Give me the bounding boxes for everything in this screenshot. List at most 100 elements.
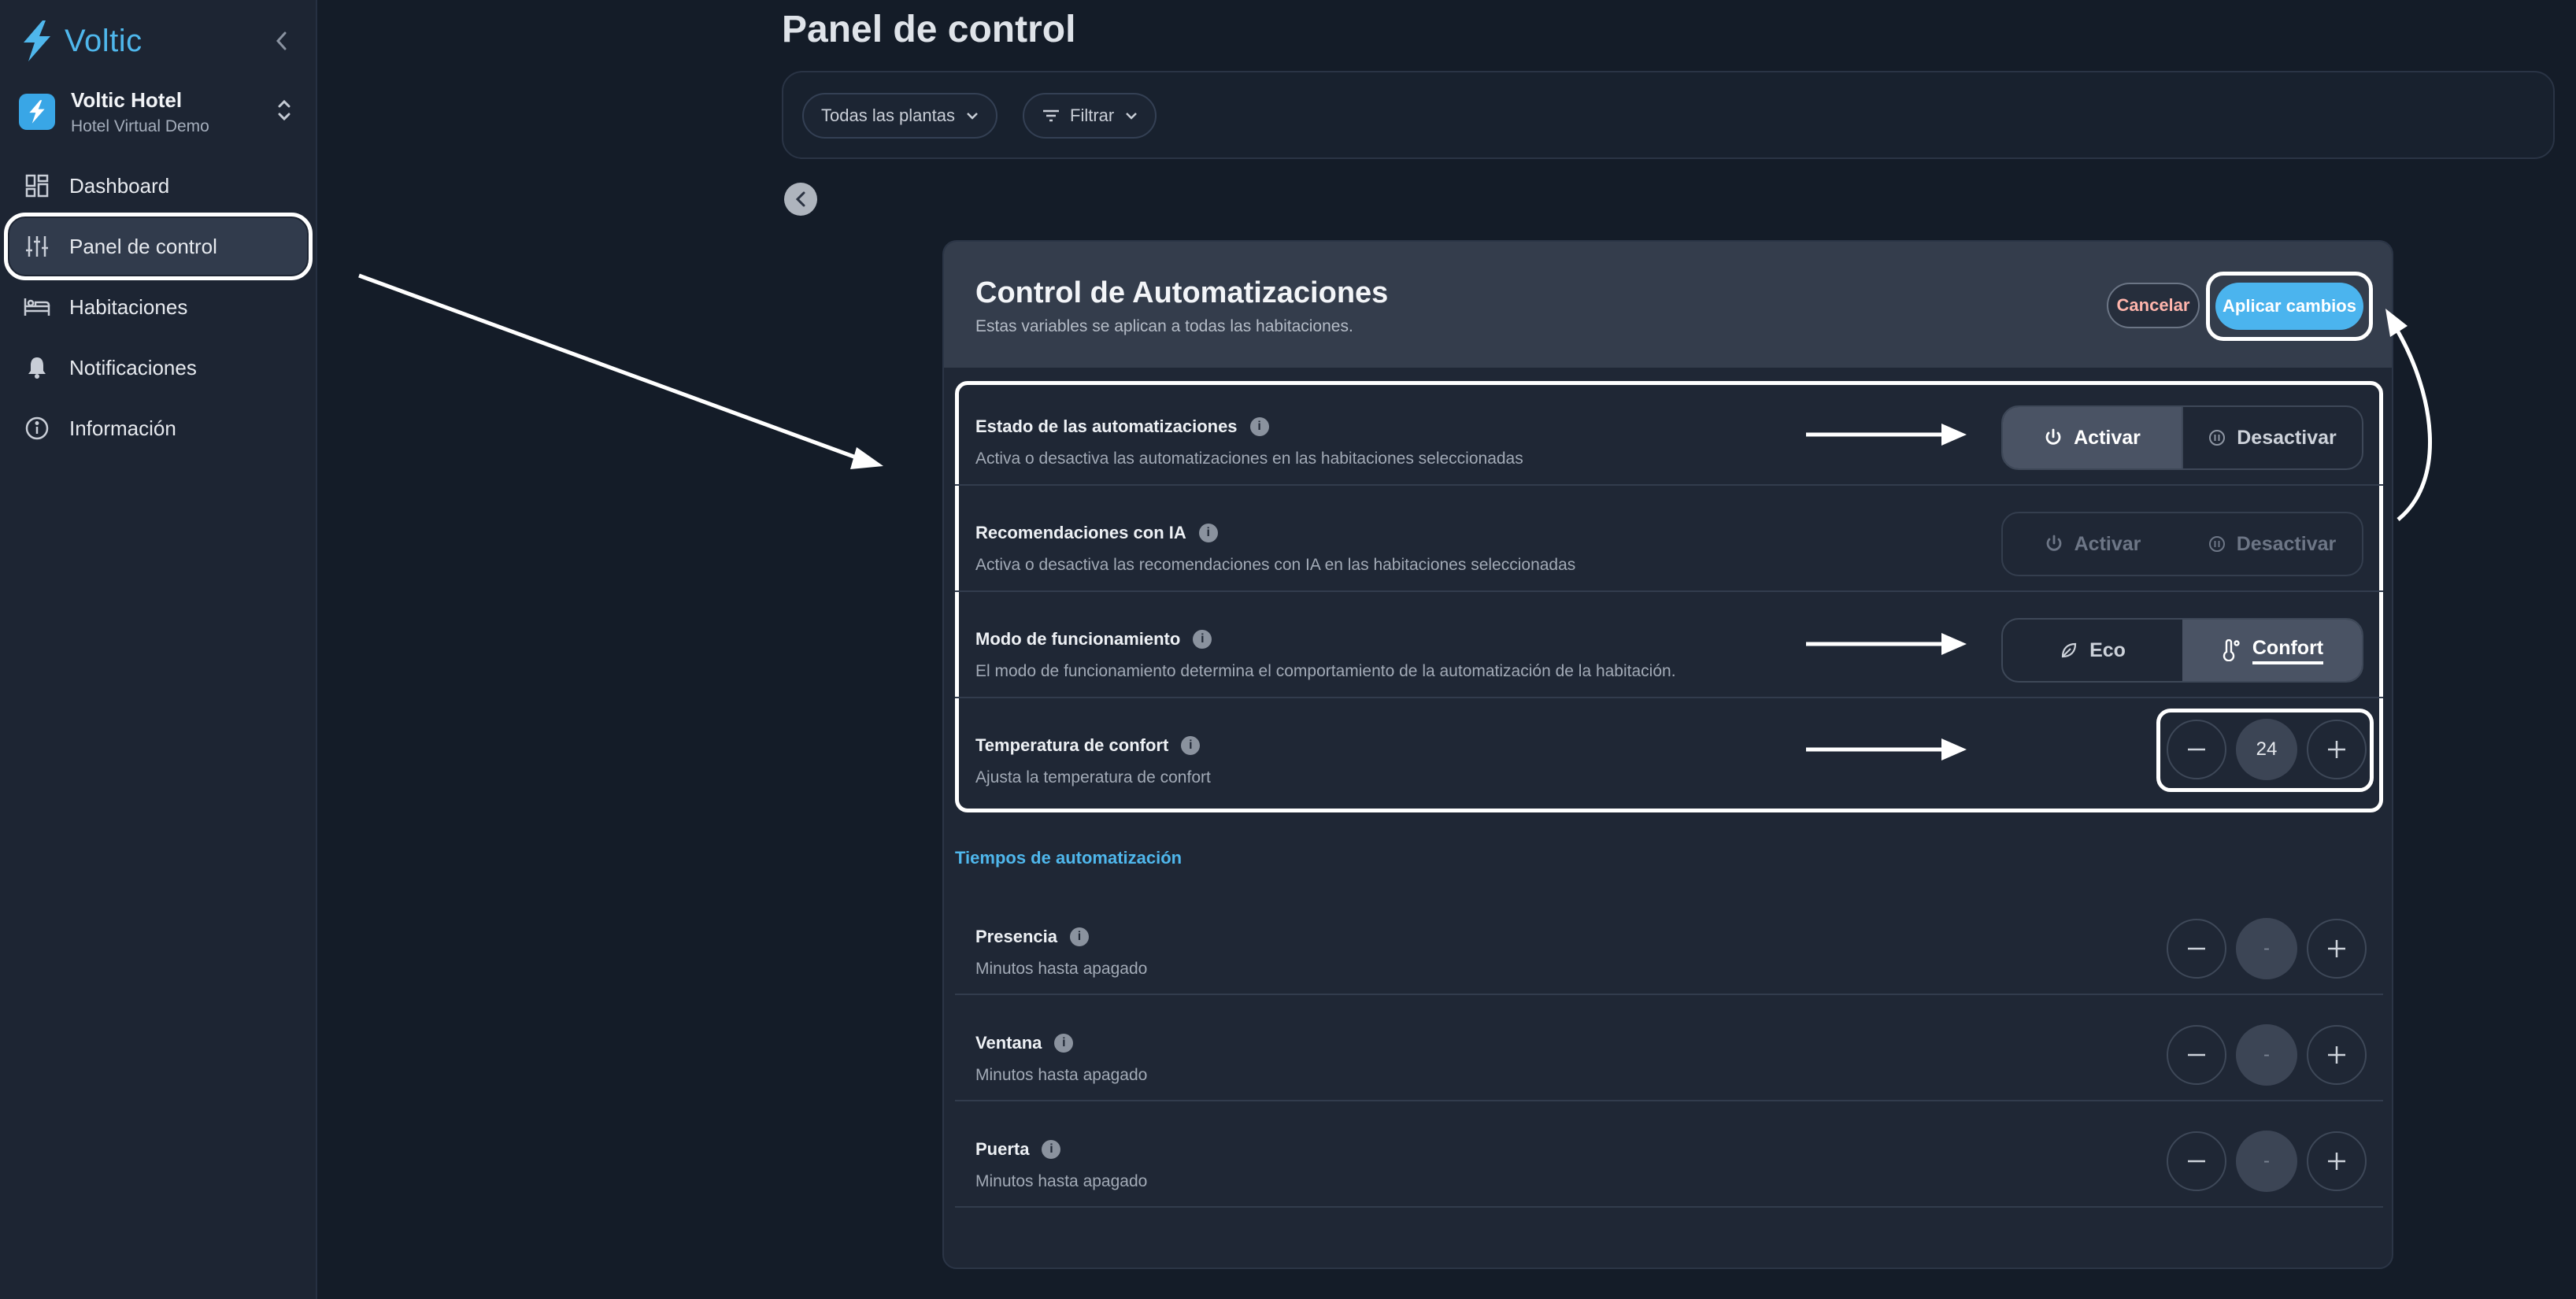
brand[interactable]: Voltic <box>19 17 142 65</box>
arrow-sidebar-to-panel <box>358 273 883 469</box>
setting-description: Ajusta la temperatura de confort <box>975 768 1211 786</box>
page-title: Panel de control <box>782 9 1076 50</box>
info-icon[interactable]: i <box>1054 1034 1074 1053</box>
sidebar-nav: Dashboard Panel de control Habitaciones <box>4 157 313 461</box>
deactivate-option[interactable]: Desactivar <box>2182 513 2362 575</box>
plus-icon <box>2328 940 2345 957</box>
hotel-switcher[interactable]: Voltic Hotel Hotel Virtual Demo <box>19 82 293 142</box>
window-stepper: - <box>2167 1024 2367 1086</box>
deactivate-option[interactable]: Desactivar <box>2183 407 2362 468</box>
chevron-down-icon <box>967 113 978 120</box>
filter-icon <box>1043 109 1059 122</box>
setting-label: Ventana i <box>975 1033 1074 1053</box>
info-icon[interactable]: i <box>1042 1140 1061 1159</box>
divider <box>955 590 2383 592</box>
sidebar-item-notificaciones[interactable]: Notificaciones <box>9 339 307 396</box>
door-value[interactable]: - <box>2236 1131 2297 1192</box>
window-value[interactable]: - <box>2236 1024 2297 1086</box>
sidebar-item-label: Panel de control <box>69 234 217 258</box>
info-icon[interactable]: i <box>1198 524 1218 542</box>
temperature-value[interactable]: 24 <box>2236 719 2297 780</box>
panel-subtitle: Estas variables se aplican a todas las h… <box>975 317 1353 335</box>
filter-button-label: Filtrar <box>1070 105 1115 125</box>
operation-mode-toggle: Eco Confort <box>2001 618 2363 683</box>
divider <box>955 1206 2383 1208</box>
decrement-button[interactable] <box>2167 919 2226 979</box>
door-stepper: - <box>2167 1131 2367 1192</box>
info-icon[interactable]: i <box>1181 736 1201 755</box>
floor-select[interactable]: Todas las plantas <box>802 93 997 139</box>
info-icon[interactable]: i <box>1193 630 1212 649</box>
minus-icon <box>2188 947 2205 950</box>
setting-label: Temperatura de confort i <box>975 735 1201 756</box>
plus-icon <box>2328 741 2345 758</box>
decrement-button[interactable] <box>2167 720 2226 779</box>
sidebar-item-habitaciones[interactable]: Habitaciones <box>9 279 307 335</box>
sidebar-item-dashboard[interactable]: Dashboard <box>9 157 307 214</box>
hotel-subtitle: Hotel Virtual Demo <box>71 117 209 135</box>
voltic-logo-icon <box>24 20 50 61</box>
info-icon[interactable]: i <box>1249 417 1269 436</box>
setting-label: Puerta i <box>975 1139 1061 1160</box>
back-button[interactable] <box>784 183 817 216</box>
sidebar-item-label: Información <box>69 416 176 440</box>
power-icon <box>2045 535 2063 553</box>
increment-button[interactable] <box>2307 720 2367 779</box>
sidebar-item-label: Notificaciones <box>69 355 197 379</box>
decrement-button[interactable] <box>2167 1131 2226 1191</box>
panel-title: Control de Automatizaciones <box>975 276 1389 309</box>
minus-icon <box>2188 748 2205 751</box>
timer-row-door: Puerta i Minutos hasta apagado - <box>944 1108 2392 1214</box>
grid-icon <box>24 172 50 199</box>
chevron-left-icon <box>795 191 805 207</box>
pause-circle-icon <box>2208 429 2226 446</box>
thermometer-icon <box>2221 639 2241 661</box>
cancel-button[interactable]: Cancelar <box>2107 283 2200 328</box>
decrement-button[interactable] <box>2167 1025 2226 1085</box>
presence-value[interactable]: - <box>2236 918 2297 979</box>
panel-header: Control de Automatizaciones Estas variab… <box>944 242 2392 368</box>
activate-option[interactable]: Activar <box>2003 513 2182 575</box>
automation-panel: Control de Automatizaciones Estas variab… <box>942 240 2393 1269</box>
temperature-stepper: 24 <box>2167 719 2367 780</box>
sidebar-item-panel-de-control[interactable]: Panel de control <box>4 213 313 280</box>
increment-button[interactable] <box>2307 1025 2367 1085</box>
sidebar-item-informacion[interactable]: Información <box>9 400 307 457</box>
setting-row-automation-state: Estado de las automatizaciones i Activa o… <box>944 385 2392 491</box>
eco-option[interactable]: Eco <box>2003 620 2182 681</box>
floor-select-label: Todas las plantas <box>821 105 955 125</box>
info-icon <box>24 415 50 442</box>
sidebar-item-label: Habitaciones <box>69 294 188 319</box>
sliders-icon <box>24 233 50 260</box>
activate-option[interactable]: Activar <box>2003 407 2182 468</box>
brand-name: Voltic <box>65 23 142 58</box>
plus-icon <box>2328 1153 2345 1170</box>
collapse-sidebar-button[interactable] <box>266 25 298 57</box>
power-icon <box>2044 428 2063 447</box>
setting-description: Minutos hasta apagado <box>975 1172 1148 1190</box>
bed-icon <box>24 294 50 320</box>
minus-icon <box>2188 1160 2205 1163</box>
setting-label: Estado de las automatizaciones i <box>975 416 1269 437</box>
increment-button[interactable] <box>2307 1131 2367 1191</box>
ai-recommendations-toggle: Activar Desactivar <box>2001 512 2363 576</box>
setting-label: Modo de funcionamiento i <box>975 629 1212 650</box>
divider <box>955 484 2383 486</box>
filter-button[interactable]: Filtrar <box>1023 93 1157 139</box>
chevron-left-icon <box>276 31 287 50</box>
pause-circle-icon <box>2208 535 2226 553</box>
apply-button-highlight: Aplicar cambios <box>2206 272 2373 341</box>
divider <box>955 1100 2383 1101</box>
setting-description: Activa o desactiva las recomendaciones c… <box>975 556 1576 574</box>
bell-icon <box>24 354 50 381</box>
presence-stepper: - <box>2167 918 2367 979</box>
increment-button[interactable] <box>2307 919 2367 979</box>
setting-description: El modo de funcionamiento determina el c… <box>975 662 1676 680</box>
setting-row-operation-mode: Modo de funcionamiento i El modo de funci… <box>944 598 2392 704</box>
section-title-timers: Tiempos de automatización <box>955 848 1183 868</box>
minus-icon <box>2188 1053 2205 1057</box>
divider <box>955 994 2383 995</box>
apply-changes-button[interactable]: Aplicar cambios <box>2215 283 2363 330</box>
info-icon[interactable]: i <box>1069 927 1089 946</box>
confort-option[interactable]: Confort <box>2182 620 2362 681</box>
